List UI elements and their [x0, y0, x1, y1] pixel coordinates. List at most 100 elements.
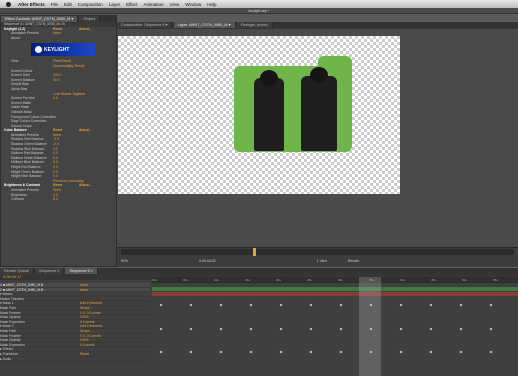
effect-row: About — [1, 36, 116, 41]
keyframe-icon[interactable] — [189, 327, 193, 331]
time-ruler[interactable]: 00s 05s 10s 15s 20s 25s 30s 35s 40s 45s 50s 55s — [152, 277, 518, 283]
effect-row-label: Despill Bias — [11, 82, 29, 87]
effect-row-label: Source Crops — [11, 123, 32, 128]
keylight-logo: KEYLIGHT — [31, 43, 95, 57]
menu-view[interactable]: View — [170, 2, 180, 7]
keyframe-icon[interactable] — [309, 327, 313, 331]
keyframe-icon[interactable] — [279, 350, 283, 354]
zoom-select[interactable]: 50% — [121, 259, 128, 263]
keyframe-icon[interactable] — [219, 303, 223, 307]
keyframe-icon[interactable] — [429, 327, 433, 331]
timeline-row-label: Mask Feather — [0, 333, 21, 338]
current-time-display[interactable]: 0:00:44:17 — [3, 274, 22, 279]
timeline-row-label: ▸ Audio — [0, 356, 12, 361]
timeline-row-label: ▾ Masks — [0, 292, 13, 297]
keyframe-icon[interactable] — [159, 350, 163, 354]
tab-composition[interactable]: Composition: Sequence 5 ▾ — [117, 22, 173, 28]
keyframe-icon[interactable] — [249, 303, 253, 307]
ruler-tick-label: 45s — [431, 278, 436, 282]
menu-composition[interactable]: Composition — [78, 2, 103, 7]
effect-row-label: Screen Pre-blur — [11, 96, 35, 101]
effect-row-label: Hilight Green Balance — [11, 169, 44, 174]
keyframe-icon[interactable] — [429, 303, 433, 307]
keyframe-icon[interactable] — [399, 350, 403, 354]
keyframe-icon[interactable] — [339, 327, 343, 331]
timeline-row-label: ▾ Mask 1 — [0, 301, 14, 306]
keyframe-icon[interactable] — [189, 350, 193, 354]
effect-row-label: Outside Mask — [11, 109, 32, 114]
menu-bar: After Effects File Edit Composition Laye… — [0, 0, 518, 8]
menu-effect[interactable]: Effect — [126, 2, 137, 7]
keyframe-icon[interactable] — [489, 303, 493, 307]
layer-bar-1[interactable] — [152, 287, 518, 291]
keyframe-icon[interactable] — [219, 327, 223, 331]
timecode-display[interactable]: 0:00:44:02 — [199, 259, 216, 263]
effect-row-label: Contrast — [11, 197, 24, 202]
ruler-tick-label: 20s — [276, 278, 281, 282]
ruler-tick-label: 25s — [307, 278, 312, 282]
keyframe-icon[interactable] — [489, 327, 493, 331]
layer-viewer-controls: 50% 0:00:44:02 1 View Render — [117, 247, 518, 267]
layer-playhead[interactable] — [253, 248, 256, 256]
effect-row-label: Alpha Bias — [11, 86, 28, 91]
keyframe-icon[interactable] — [189, 303, 193, 307]
menu-app-name[interactable]: After Effects — [18, 2, 45, 7]
keyframe-icon[interactable] — [339, 350, 343, 354]
effect-row-label: Foreground Colour Correction — [11, 114, 57, 119]
ruler-tick-label: 30s — [338, 278, 343, 282]
menu-window[interactable]: Window — [185, 2, 201, 7]
timeline-row-label: Mask Feather — [0, 310, 21, 315]
keyframe-icon[interactable] — [159, 303, 163, 307]
keyframe-icon[interactable] — [219, 350, 223, 354]
timeline-row-label: 2 ■ ANNT_CSTN_0050_M.B — [0, 287, 44, 292]
menu-animation[interactable]: Animation — [144, 2, 164, 7]
effect-row-label: Animation Presets — [11, 31, 39, 36]
keyframe-icon[interactable] — [459, 303, 463, 307]
keyframe-icon[interactable] — [339, 303, 343, 307]
render-checkbox[interactable]: Render — [348, 259, 359, 263]
keyframe-icon[interactable] — [399, 327, 403, 331]
effect-row-label: Midtone Green Balance — [11, 155, 47, 160]
menu-file[interactable]: File — [51, 2, 58, 7]
tab-footage[interactable]: Footage: (none) — [236, 22, 273, 28]
composition-viewer[interactable] — [118, 36, 400, 194]
layer-time-ruler[interactable] — [121, 249, 514, 255]
keyframe-icon[interactable] — [459, 327, 463, 331]
effect-row-label: Shadow Red Balance — [11, 137, 44, 142]
keyframe-icon[interactable] — [279, 327, 283, 331]
keyframe-icon[interactable] — [489, 350, 493, 354]
timeline-row-label: Mask Expansion — [0, 342, 25, 347]
effect-row-label: Screen Gain — [11, 73, 30, 78]
effect-row-label: Shadow Green Balance — [11, 142, 47, 147]
figure-right — [301, 76, 337, 151]
keyframe-icon[interactable] — [159, 327, 163, 331]
view-select[interactable]: 1 View — [317, 259, 327, 263]
menu-layer[interactable]: Layer — [109, 2, 120, 7]
tab-layer[interactable]: Layer: ANNT_CSTN_0050_M ▾ — [173, 22, 236, 28]
timeline-row-label: Mask Path — [0, 328, 17, 333]
ruler-tick-label: 10s — [214, 278, 219, 282]
keyframe-icon[interactable] — [459, 350, 463, 354]
keyframe-icon[interactable] — [309, 303, 313, 307]
timeline-property-row[interactable]: ▸ Audio — [0, 357, 150, 362]
effect-row-label: Animation Presets — [11, 188, 39, 192]
ruler-tick-label: 05s — [183, 278, 188, 282]
keyframe-icon[interactable] — [249, 350, 253, 354]
timeline-row-label: ▾ Mask 2 — [0, 324, 14, 329]
menu-edit[interactable]: Edit — [64, 2, 72, 7]
timeline-playhead[interactable] — [359, 277, 381, 376]
apple-icon[interactable] — [6, 1, 11, 7]
keyframe-icon[interactable] — [279, 303, 283, 307]
effect-controls-panel: Effect Controls: ANNT_CSTN_0050_M ▾ Proj… — [0, 15, 117, 267]
figure-left — [254, 78, 284, 151]
effect-row-value[interactable]: 8.0 — [53, 197, 58, 202]
keyframe-icon[interactable] — [309, 350, 313, 354]
tab-sequence-1[interactable]: Sequence 1 — [35, 268, 65, 274]
keyframe-icon[interactable] — [399, 303, 403, 307]
tab-sequence-5[interactable]: Sequence 5 × — [65, 268, 98, 274]
helmet-left — [260, 70, 278, 86]
menu-help[interactable]: Help — [207, 2, 216, 7]
keyframe-icon[interactable] — [429, 350, 433, 354]
layer-bar-2[interactable] — [152, 292, 518, 296]
keyframe-icon[interactable] — [249, 327, 253, 331]
